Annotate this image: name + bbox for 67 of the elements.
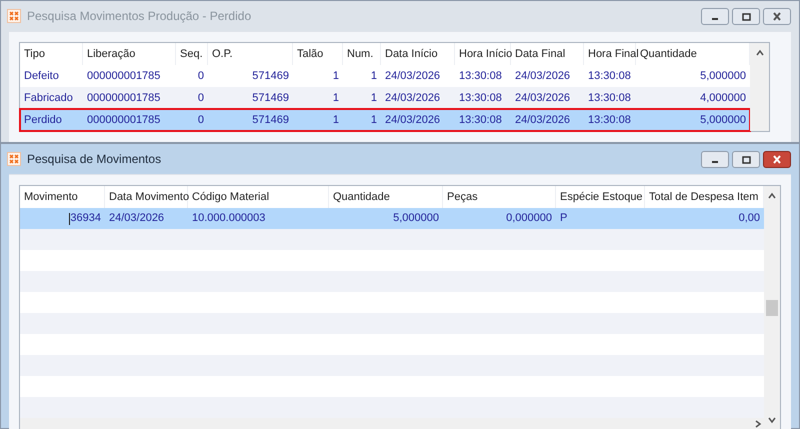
table-cell-text: 0 bbox=[198, 68, 204, 84]
minimize-icon bbox=[712, 18, 718, 20]
table-cell-text: 5,000000 bbox=[393, 211, 439, 226]
table-cell-text: 571469 bbox=[252, 112, 289, 128]
scroll-up-icon[interactable] bbox=[768, 192, 776, 200]
vertical-scrollbar[interactable] bbox=[750, 43, 769, 131]
table-cell-text: 36934 bbox=[70, 211, 101, 226]
table-cell-text: 1 bbox=[332, 90, 339, 106]
table-cell-text: 24/03/2026 bbox=[515, 112, 570, 128]
window-title: Pesquisa de Movimentos bbox=[27, 151, 162, 168]
table-cell-text: 1 bbox=[370, 112, 377, 128]
table-cell-text: 24/03/2026 bbox=[385, 90, 440, 106]
table-cell-text: 000000001785 bbox=[87, 90, 160, 106]
table-cell-text: 0 bbox=[198, 90, 204, 106]
table-cell-text: Defeito bbox=[24, 68, 59, 84]
minimize-button[interactable] bbox=[701, 150, 729, 168]
table-cell-text: Perdido bbox=[24, 112, 62, 128]
table-cell-text: 1 bbox=[332, 112, 339, 128]
app-icon bbox=[7, 9, 21, 23]
maximize-button[interactable] bbox=[732, 150, 760, 168]
close-icon bbox=[773, 154, 781, 164]
table-cell-text: 1 bbox=[332, 68, 339, 84]
table-cell-text: 571469 bbox=[252, 68, 289, 84]
table-cell-text: 1 bbox=[370, 90, 377, 106]
table-cell-text: 24/03/2026 bbox=[515, 68, 570, 84]
scroll-up-icon[interactable] bbox=[756, 49, 764, 57]
table-cell-text: 5,000000 bbox=[700, 68, 746, 84]
table-cell-text: 0,000000 bbox=[506, 211, 552, 226]
horizontal-scrollbar[interactable] bbox=[20, 418, 764, 429]
table-cell-text: 24/03/2026 bbox=[515, 90, 570, 106]
scrollbar-thumb[interactable] bbox=[766, 300, 778, 316]
table-cell-text: 0 bbox=[198, 112, 204, 128]
table-cell-text: 000000001785 bbox=[87, 68, 160, 84]
table-cell-text: 24/03/2026 bbox=[109, 211, 164, 226]
table-row[interactable]: Perdido 000000001785 0 571469 1 1 24/03/2026 13:30:08 24/03/2026 13:30:08 5,000000 bbox=[20, 109, 750, 131]
table-cell-text: 13:30:08 bbox=[459, 90, 502, 106]
table-cell-text: 10.000.000003 bbox=[192, 211, 266, 226]
table-cell-text: P bbox=[560, 211, 568, 226]
table-cell-text: 13:30:08 bbox=[588, 90, 631, 106]
table-cell-text: 0,00 bbox=[738, 211, 760, 226]
table-cell-text: 1 bbox=[370, 68, 377, 84]
scroll-right-icon[interactable] bbox=[754, 420, 762, 428]
table-cell-text: 13:30:08 bbox=[459, 112, 502, 128]
maximize-icon bbox=[742, 12, 751, 20]
table-cell-text: 24/03/2026 bbox=[385, 68, 440, 84]
table-cell-text: 571469 bbox=[252, 90, 289, 106]
table-cell-text: 000000001785 bbox=[87, 112, 160, 128]
scroll-down-icon[interactable] bbox=[768, 416, 776, 424]
table-row[interactable]: Fabricado 000000001785 0 571469 1 1 24/03/2026 13:30:08 24/03/2026 13:30:08 4,000000 bbox=[20, 87, 750, 109]
maximize-icon bbox=[742, 156, 751, 164]
table-cell-text: 13:30:08 bbox=[588, 68, 631, 84]
window-title: Pesquisa Movimentos Produção - Perdido bbox=[27, 8, 252, 25]
table-cell-text: 13:30:08 bbox=[588, 112, 631, 128]
table-cell-text: 13:30:08 bbox=[459, 68, 502, 84]
minimize-button[interactable] bbox=[701, 8, 729, 24]
table-cell-text: Fabricado bbox=[24, 90, 73, 106]
table-cell-text: 24/03/2026 bbox=[385, 112, 440, 128]
table-cell-text: 5,000000 bbox=[700, 112, 746, 128]
table-cell-text: 4,000000 bbox=[700, 90, 746, 106]
close-button[interactable] bbox=[763, 8, 791, 24]
close-icon bbox=[773, 12, 781, 20]
close-button[interactable] bbox=[763, 150, 791, 168]
vertical-scrollbar[interactable] bbox=[764, 186, 780, 429]
app-icon bbox=[7, 152, 21, 166]
minimize-icon bbox=[712, 160, 718, 162]
table-row[interactable]: 36934 24/03/2026 10.000.000003 5,000000 0,000000 P 0,00 bbox=[20, 208, 764, 229]
maximize-button[interactable] bbox=[732, 8, 760, 24]
